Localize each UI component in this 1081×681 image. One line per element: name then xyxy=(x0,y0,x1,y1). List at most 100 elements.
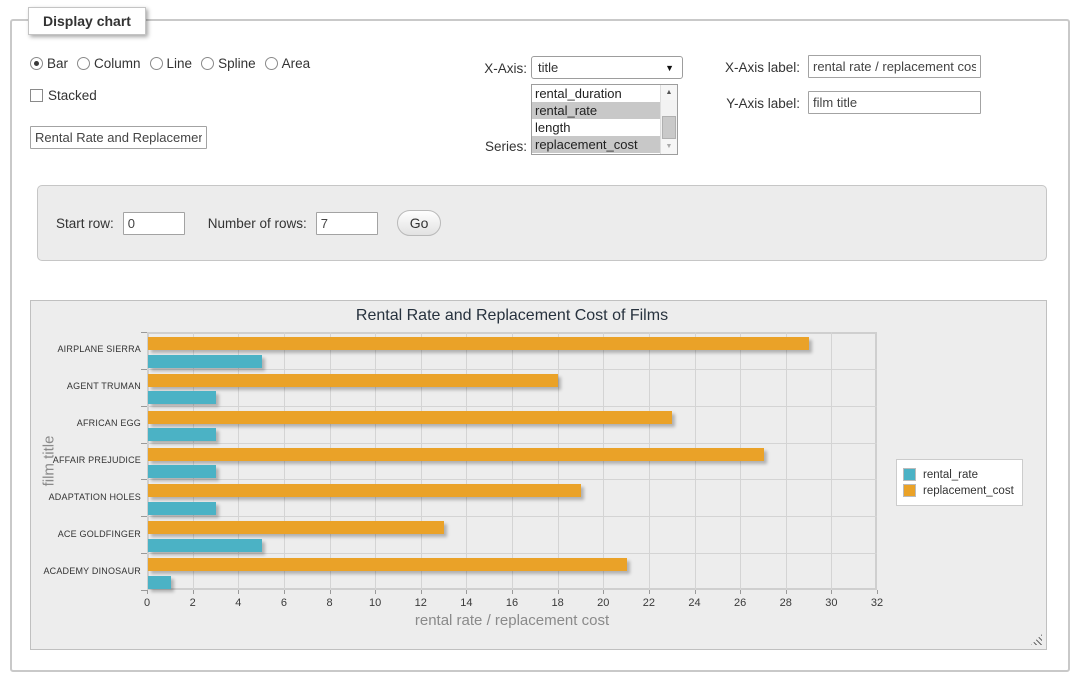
row-range-box: Start row: Number of rows: Go xyxy=(37,185,1047,261)
x-axis-label-input[interactable] xyxy=(808,55,981,78)
start-row-input[interactable] xyxy=(123,212,185,235)
y-axis-tick xyxy=(141,443,147,444)
x-axis-tick xyxy=(284,590,285,594)
radio-icon[interactable] xyxy=(201,57,214,70)
series-option-rental_rate[interactable]: rental_rate xyxy=(532,102,660,119)
radio-icon[interactable] xyxy=(265,57,278,70)
gridline-vertical xyxy=(649,332,650,590)
gridline-vertical xyxy=(375,332,376,590)
gridline-vertical xyxy=(603,332,604,590)
legend-entry-rental_rate: rental_rate xyxy=(903,468,1014,481)
y-axis-tick xyxy=(141,369,147,370)
chart-bar-replacement_cost xyxy=(148,448,764,461)
start-row-label: Start row: xyxy=(56,216,114,231)
number-of-rows-label: Number of rows: xyxy=(208,216,307,231)
chevron-down-icon: ▼ xyxy=(665,63,674,73)
gridline-horizontal xyxy=(147,369,877,370)
y-axis-category-label: AFFAIR PREJUDICE xyxy=(31,455,141,465)
legend-label: replacement_cost xyxy=(923,485,1014,497)
x-axis-tick xyxy=(512,590,513,594)
chart-type-radio-line[interactable]: Line xyxy=(150,56,193,71)
x-axis-select-label: X-Axis: xyxy=(449,61,527,76)
x-axis-tick-label: 12 xyxy=(406,597,436,609)
series-listbox[interactable]: rental_durationrental_ratelengthreplacem… xyxy=(531,84,678,155)
chart-type-radio-label: Line xyxy=(167,56,193,71)
series-option-rental_duration[interactable]: rental_duration xyxy=(532,85,660,102)
x-axis-tick xyxy=(877,590,878,594)
legend-entry-replacement_cost: replacement_cost xyxy=(903,484,1014,497)
y-axis-category-label: ACADEMY DINOSAUR xyxy=(31,566,141,576)
series-option-length[interactable]: length xyxy=(532,119,660,136)
x-axis-tick xyxy=(147,590,148,594)
chart-type-radio-group: Bar Column Line Spline Area xyxy=(30,56,310,71)
gridline-horizontal xyxy=(147,443,877,444)
x-axis-tick xyxy=(375,590,376,594)
gridline-vertical xyxy=(831,332,832,590)
go-button[interactable]: Go xyxy=(397,210,442,236)
chart-type-radio-spline[interactable]: Spline xyxy=(201,56,256,71)
chart-type-radio-column[interactable]: Column xyxy=(77,56,141,71)
x-axis-tick-label: 14 xyxy=(451,597,481,609)
chart-bar-rental_rate xyxy=(148,465,216,478)
gridline-vertical xyxy=(558,332,559,590)
chart-bar-rental_rate xyxy=(148,502,216,515)
x-axis-tick xyxy=(740,590,741,594)
y-axis-label-caption: Y-Axis label: xyxy=(714,96,800,111)
gridline-vertical xyxy=(284,332,285,590)
x-axis-tick xyxy=(238,590,239,594)
chart-bar-replacement_cost xyxy=(148,558,627,571)
x-axis-tick-label: 22 xyxy=(634,597,664,609)
gridline-vertical xyxy=(330,332,331,590)
chart-type-radio-area[interactable]: Area xyxy=(265,56,311,71)
x-axis-tick-label: 2 xyxy=(178,597,208,609)
x-axis-tick-label: 32 xyxy=(862,597,892,609)
gridline-horizontal xyxy=(147,479,877,480)
x-axis-tick xyxy=(603,590,604,594)
y-axis-category-label: AIRPLANE SIERRA xyxy=(31,344,141,354)
chart-bar-rental_rate xyxy=(148,391,216,404)
gridline-vertical xyxy=(512,332,513,590)
series-listbox-scrollbar[interactable]: ▲ ▼ xyxy=(660,85,677,154)
gridline-vertical xyxy=(740,332,741,590)
number-of-rows-input[interactable] xyxy=(316,212,378,235)
radio-icon[interactable] xyxy=(77,57,90,70)
gridline-horizontal xyxy=(147,516,877,517)
y-axis-tick xyxy=(141,590,147,591)
y-axis-label-input[interactable] xyxy=(808,91,981,114)
x-axis-tick-label: 18 xyxy=(543,597,573,609)
x-axis-label-caption: X-Axis label: xyxy=(714,60,800,75)
series-listbox-options: rental_durationrental_ratelengthreplacem… xyxy=(532,85,660,154)
x-axis-select-value: title xyxy=(538,60,665,75)
chart-type-radio-label: Bar xyxy=(47,56,68,71)
chart-bar-rental_rate xyxy=(148,539,262,552)
x-axis-tick xyxy=(786,590,787,594)
y-axis-tick xyxy=(141,479,147,480)
x-axis-select[interactable]: title ▼ xyxy=(531,56,683,79)
scrollbar-thumb[interactable] xyxy=(662,116,676,139)
x-axis-tick xyxy=(831,590,832,594)
gridline-vertical xyxy=(695,332,696,590)
x-axis-tick-label: 16 xyxy=(497,597,527,609)
chart-type-radio-bar[interactable]: Bar xyxy=(30,56,68,71)
radio-icon[interactable] xyxy=(150,57,163,70)
chart-legend: rental_rate replacement_cost xyxy=(896,459,1023,506)
scroll-up-icon[interactable]: ▲ xyxy=(661,85,677,100)
scroll-down-icon[interactable]: ▼ xyxy=(661,139,677,154)
series-label: Series: xyxy=(449,139,527,154)
chart-bar-rental_rate xyxy=(148,428,216,441)
x-axis-tick-label: 28 xyxy=(771,597,801,609)
chart-bar-replacement_cost xyxy=(148,484,581,497)
chart-bar-rental_rate xyxy=(148,576,171,589)
x-axis-tick xyxy=(558,590,559,594)
chart-title: Rental Rate and Replacement Cost of Film… xyxy=(147,307,877,325)
gridline-vertical xyxy=(466,332,467,590)
x-axis-tick-label: 8 xyxy=(315,597,345,609)
chart-bar-replacement_cost xyxy=(148,521,444,534)
stacked-checkbox[interactable] xyxy=(30,89,43,102)
resize-handle-icon[interactable] xyxy=(1031,634,1042,645)
radio-icon[interactable] xyxy=(30,57,43,70)
x-axis-tick xyxy=(330,590,331,594)
series-option-replacement_cost[interactable]: replacement_cost xyxy=(532,136,660,153)
chart-title-input[interactable] xyxy=(30,126,207,149)
x-axis-tick xyxy=(421,590,422,594)
